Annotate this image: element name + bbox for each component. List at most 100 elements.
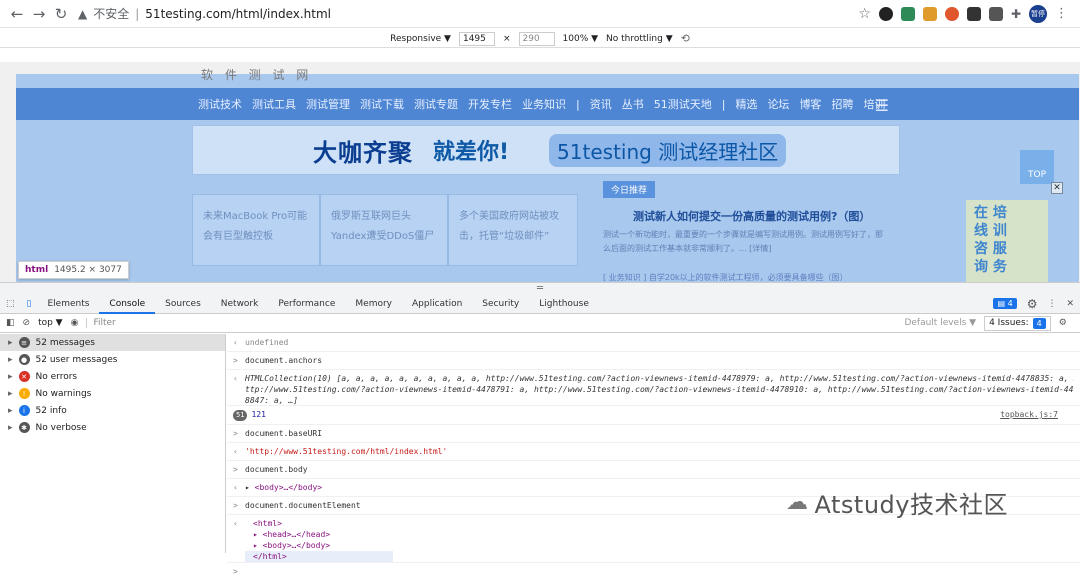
extension-icon[interactable] — [966, 6, 981, 21]
issues-badge[interactable]: ▤ 4 — [993, 298, 1017, 309]
news-card[interactable]: 未来MacBook Pro可能 会有巨型触控板 — [192, 194, 320, 266]
banner-ad[interactable]: 大咖齐聚 就差你! 51testing 测试经理社区 — [192, 125, 900, 175]
extension-icon[interactable] — [922, 6, 937, 21]
filter-input[interactable]: Filter — [86, 318, 896, 328]
element-tooltip: html 1495.2 × 3077 — [18, 261, 129, 279]
menu-item[interactable]: 测试工具 — [252, 96, 296, 112]
back-icon[interactable]: ← — [6, 5, 28, 23]
dom-tree[interactable]: ‹ <html> ▸ <head>…</head> ▸ <body>…</bod… — [227, 515, 1080, 563]
settings-icon[interactable]: ⚙ — [1027, 297, 1038, 311]
throttle-select[interactable]: No throttling ▼ — [606, 34, 673, 44]
avatar[interactable]: 暂停 — [1029, 4, 1047, 23]
expand-icon[interactable]: ▸ — [8, 372, 13, 382]
settings-icon[interactable]: ⚙ — [1059, 318, 1067, 328]
extension-icon[interactable] — [988, 6, 1003, 21]
sidebar-item[interactable]: ▸ ≡ 52 messages — [0, 334, 225, 351]
extension-icon[interactable] — [878, 6, 893, 21]
console-result[interactable]: 'http://www.51testing.com/html/index.htm… — [245, 447, 447, 456]
sidebar-toggle-icon[interactable]: ◧ — [6, 318, 15, 328]
menu-item[interactable]: 博客 — [799, 96, 821, 112]
more-icon[interactable]: ⋮ — [1047, 299, 1056, 309]
source-link[interactable]: topback.js:7 — [1000, 409, 1058, 420]
console-line: ‹ undefined — [227, 334, 1080, 352]
menu-item[interactable]: 51测试天地 — [654, 96, 712, 112]
puzzle-icon[interactable]: ✚ — [1011, 7, 1021, 21]
sidebar-item[interactable]: ▸ ● 52 user messages — [0, 351, 225, 368]
width-input[interactable]: 1495 — [458, 31, 495, 46]
expand-icon[interactable]: ▸ — [8, 389, 13, 399]
console-line[interactable]: ‹ HTMLCollection(10) [a, a, a, a, a, a, … — [227, 370, 1080, 406]
tab-network[interactable]: Network — [211, 294, 269, 314]
reload-icon[interactable]: ↻ — [50, 5, 72, 23]
recommend-badge: 今日推荐 — [603, 181, 656, 198]
menu-item[interactable]: 开发专栏 — [468, 96, 512, 112]
expand-icon[interactable]: ▸ — [8, 355, 13, 365]
menu-item[interactable]: 精选 — [735, 96, 757, 112]
recommend-title[interactable]: 测试新人如何提交一份高质量的测试用例?（图） — [633, 208, 870, 224]
tab-sources[interactable]: Sources — [155, 294, 211, 314]
extension-icon[interactable] — [944, 6, 959, 21]
tab-memory[interactable]: Memory — [345, 294, 402, 314]
sidebar-item[interactable]: ▸! No warnings — [0, 385, 225, 402]
tab-lighthouse[interactable]: Lighthouse — [529, 294, 599, 314]
consult-ad[interactable]: 在 培 线 训 咨 服 询 务 — [966, 200, 1048, 282]
context-select[interactable]: top ▼ — [38, 318, 63, 328]
more-icon[interactable]: ⋮ — [1055, 6, 1068, 21]
tab-console[interactable]: Console — [99, 294, 156, 314]
menu-item[interactable]: 测试技术 — [198, 96, 242, 112]
expand-icon[interactable]: ▸ — [8, 338, 13, 348]
address-bar[interactable]: ▲ 不安全 | 51testing.com/html/index.html — [78, 3, 858, 25]
sidebar-item-label: No verbose — [35, 422, 87, 433]
sidebar-item[interactable]: ▸ ✱ No verbose — [0, 419, 225, 436]
ad-text: 询 务 — [974, 259, 1007, 275]
resize-handle[interactable]: ═ — [0, 282, 1080, 294]
console-result[interactable]: <body>…</body> — [255, 483, 322, 492]
url-text[interactable]: 51testing.com/html/index.html — [145, 7, 331, 21]
close-icon[interactable]: ✕ — [1051, 182, 1063, 194]
dom-node[interactable]: ▸ <body>…</body> — [245, 540, 1074, 551]
user-icon: ● — [18, 354, 30, 365]
menu-item[interactable]: 业务知识 — [522, 96, 566, 112]
sidebar-item[interactable]: ▸ i 52 info — [0, 402, 225, 419]
site-logo[interactable]: 软 件 测 试 网 — [201, 66, 312, 83]
menu-item[interactable]: 资讯 — [590, 96, 612, 112]
zoom-select[interactable]: 100% ▼ — [563, 34, 599, 44]
console-result[interactable]: HTMLCollection(10) [a, a, a, a, a, a, a,… — [245, 373, 1074, 384]
responsive-select[interactable]: Responsive ▼ — [390, 34, 451, 44]
levels-select[interactable]: Default levels ▼ — [904, 318, 976, 328]
close-icon[interactable]: ✕ — [1066, 299, 1074, 309]
issues-button[interactable]: 4 Issues: 4 — [984, 315, 1051, 331]
extension-icon[interactable] — [900, 6, 915, 21]
menu-item[interactable]: 论坛 — [767, 96, 789, 112]
banner-text: 就差你! — [433, 140, 510, 165]
expand-icon[interactable]: ▸ — [8, 406, 13, 416]
menu-icon[interactable]: ☰ — [875, 96, 889, 115]
dom-node[interactable]: ▸ <head>…</head> — [245, 529, 1074, 540]
height-input[interactable]: 290 — [518, 31, 555, 46]
tab-application[interactable]: Application — [402, 294, 472, 314]
sidebar-item-label: 52 user messages — [35, 354, 118, 365]
news-card[interactable]: 多个美国政府网站被攻 击，托管“垃圾邮件” — [448, 194, 578, 266]
rotate-icon[interactable]: ⟲ — [681, 32, 690, 45]
news-card[interactable]: 俄罗斯互联网巨头 Yandex遭受DDoS僵尸 — [320, 194, 448, 266]
console-prompt[interactable]: > — [227, 563, 1080, 576]
device-icon[interactable]: ▯ — [21, 299, 38, 309]
clear-icon[interactable]: ⊘ — [23, 318, 31, 328]
inspect-icon[interactable]: ⬚ — [0, 299, 21, 309]
console-sidebar: ▸ ≡ 52 messages ▸ ● 52 user messages ▸ ✕ No erro… — [0, 334, 226, 553]
menu-item[interactable]: 测试专题 — [414, 96, 458, 112]
tab-security[interactable]: Security — [472, 294, 529, 314]
menu-item[interactable]: 测试管理 — [306, 96, 350, 112]
menu-item[interactable]: 丛书 — [622, 96, 644, 112]
star-icon[interactable]: ☆ — [858, 6, 871, 22]
tab-elements[interactable]: Elements — [37, 294, 99, 314]
eye-icon[interactable]: ◉ — [71, 318, 79, 328]
sidebar-item[interactable]: ▸ ✕ No errors — [0, 368, 225, 385]
menu-item[interactable]: 测试下载 — [360, 96, 404, 112]
menu-item[interactable]: 招聘 — [831, 96, 853, 112]
back-to-top-button[interactable]: TOP — [1020, 150, 1054, 184]
expand-icon[interactable]: ▸ — [8, 423, 13, 433]
list-icon: ≡ — [18, 337, 30, 348]
forward-icon[interactable]: → — [28, 5, 50, 23]
tab-performance[interactable]: Performance — [268, 294, 345, 314]
